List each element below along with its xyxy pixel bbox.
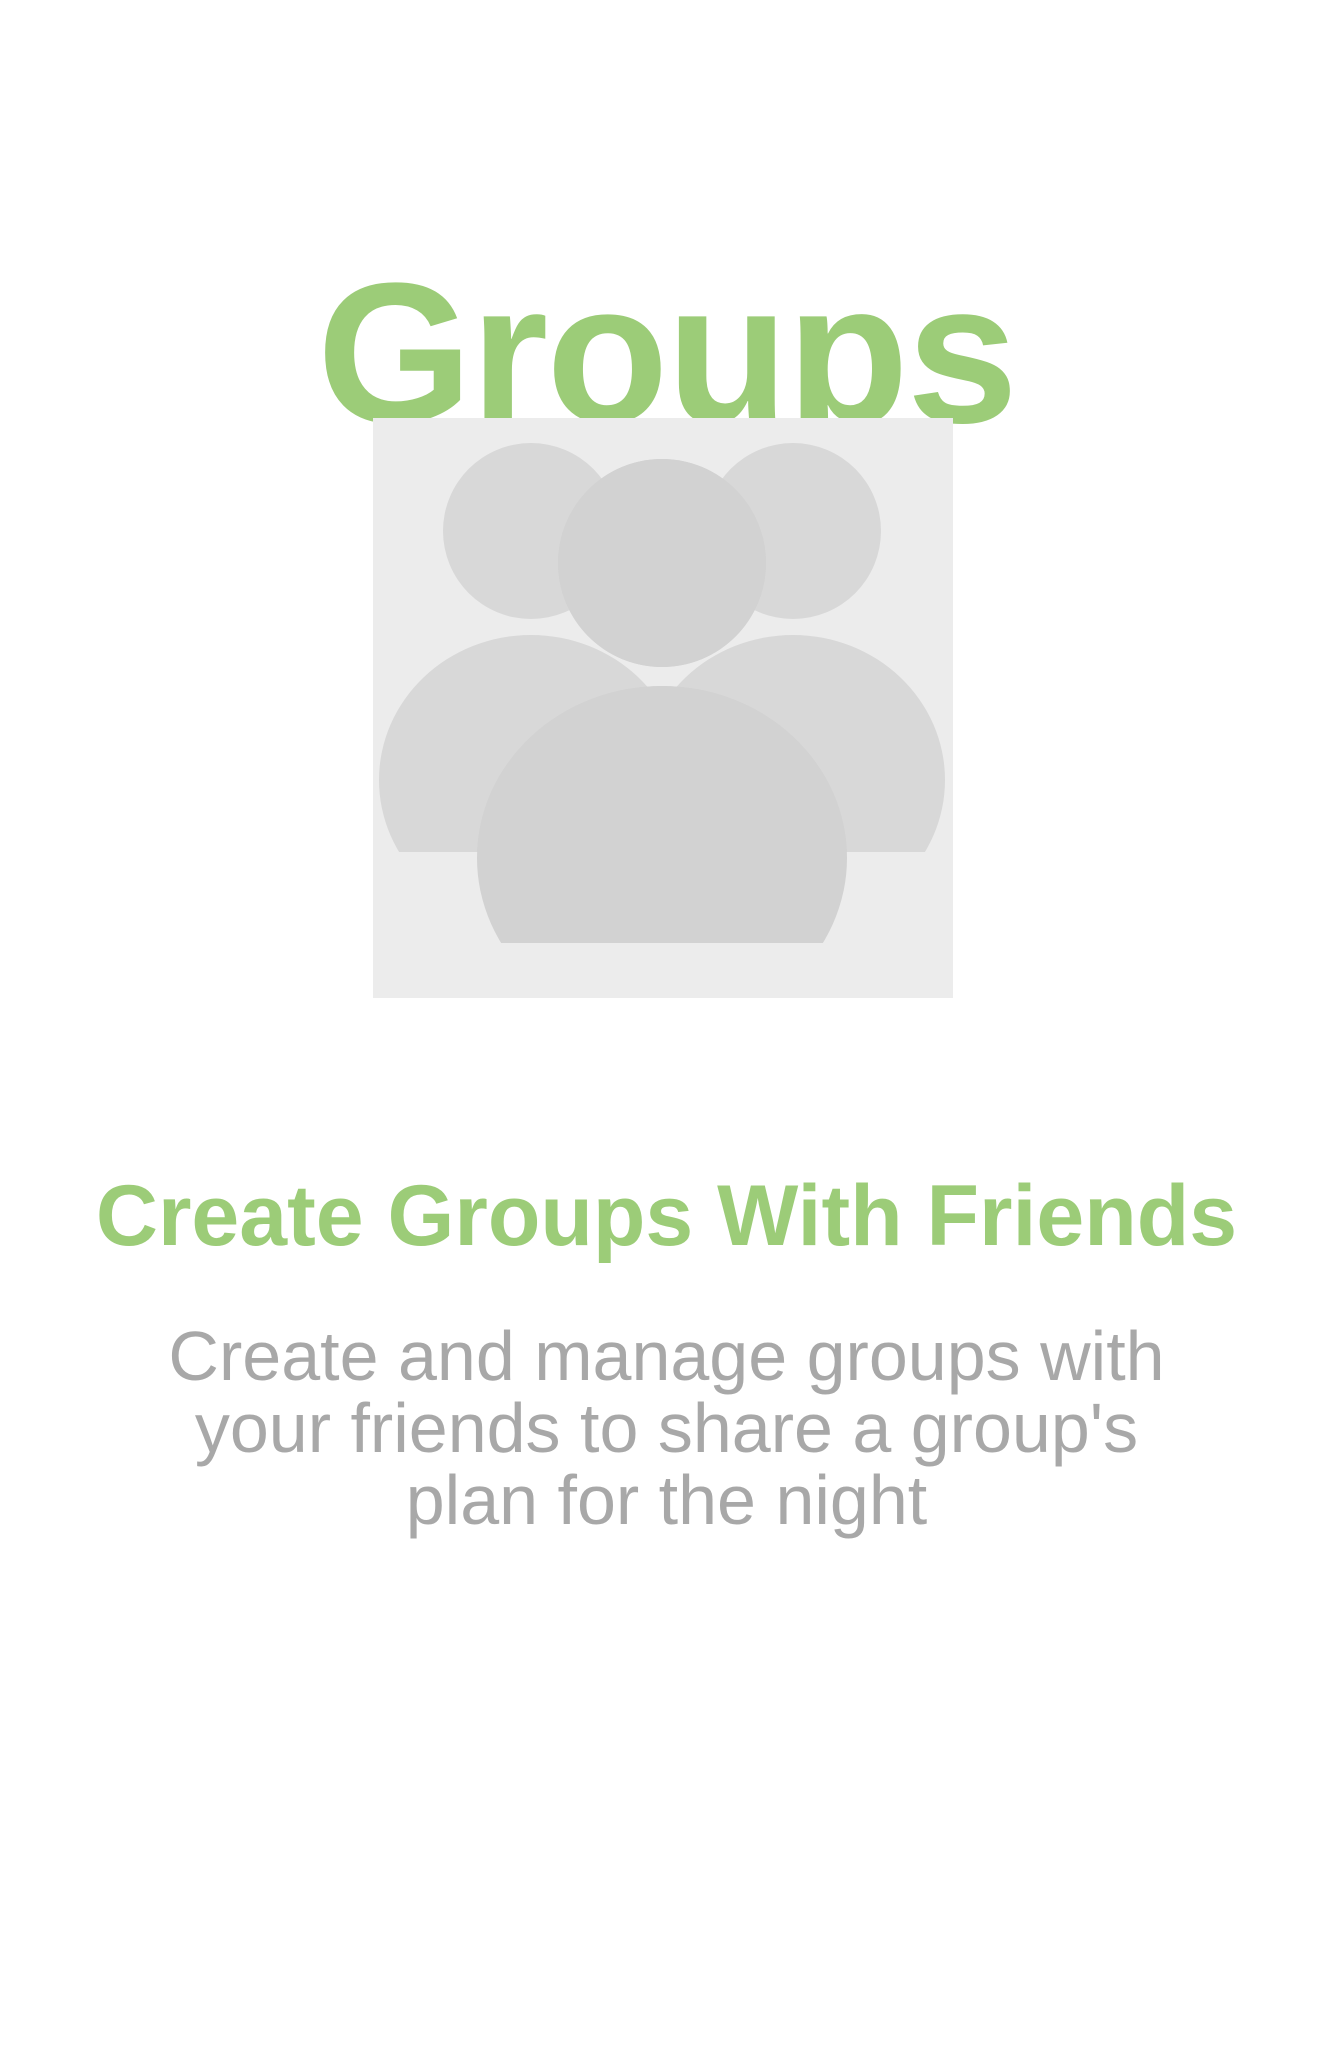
feature-description: Create and manage groups with your frien… (168, 1317, 1165, 1539)
onboarding-screen: Groups Create Groups With Friends Create… (0, 0, 1333, 2054)
group-illustration (373, 418, 953, 998)
center-person-head-front (558, 459, 766, 667)
group-of-people-icon (373, 418, 953, 998)
feature-headline: Create Groups With Friends (95, 1168, 1238, 1265)
